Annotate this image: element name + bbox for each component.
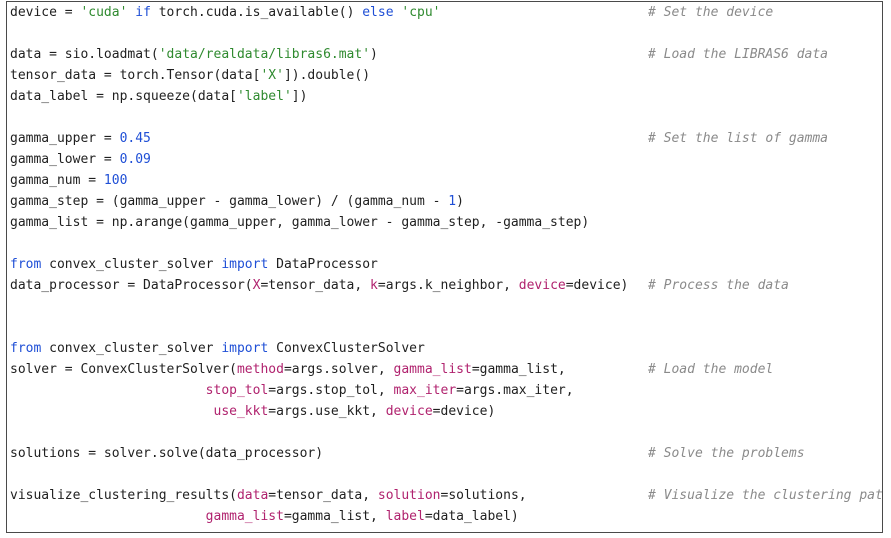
code-line-6-blank xyxy=(10,107,882,128)
code-text: =tensor_data, xyxy=(268,488,378,503)
code-text: =args.stop_tol, xyxy=(268,383,394,398)
code-line-11: gamma_list = np.arange(gamma_upper, gamm… xyxy=(10,212,882,233)
code-text: convex_cluster_solver xyxy=(41,341,222,356)
code-line-12-blank xyxy=(10,233,882,254)
number-literal: 1 xyxy=(448,194,457,209)
string-literal: 'cpu' xyxy=(401,5,441,20)
keyword-argument: data xyxy=(236,488,269,503)
code-line-5: data_label = np.squeeze(data['label']) xyxy=(10,86,882,107)
keyword: from xyxy=(10,341,42,356)
code-line-2-blank xyxy=(10,23,882,44)
code-line-10: gamma_step = (gamma_upper - gamma_lower)… xyxy=(10,191,882,212)
keyword-argument: k xyxy=(370,278,378,293)
code-text: =gamma_list, xyxy=(283,509,386,524)
code-line-13: from convex_cluster_solver import DataPr… xyxy=(10,254,882,275)
keyword-argument: max_iter xyxy=(393,383,457,398)
keyword-argument: label xyxy=(385,509,425,524)
code-text: gamma_list = np.arange(gamma_upper, gamm… xyxy=(10,215,590,230)
code-line-19: stop_tol=args.stop_tol, max_iter=args.ma… xyxy=(10,380,882,401)
string-literal: 'cuda' xyxy=(80,5,128,20)
code-line-8: gamma_lower = 0.09 xyxy=(10,149,882,170)
code-text: gamma_lower = xyxy=(10,152,120,167)
keyword-argument: method xyxy=(236,362,284,377)
code-text: ConvexClusterSolver xyxy=(268,341,425,356)
keyword: import xyxy=(221,257,269,272)
code-text: data_processor = DataProcessor( xyxy=(10,278,253,293)
code-line-14: data_processor = DataProcessor(X=tensor_… xyxy=(10,275,882,296)
code-text: ) xyxy=(456,194,464,209)
code-line-18: solver = ConvexClusterSolver(method=args… xyxy=(10,359,882,380)
keyword-argument: device xyxy=(518,278,566,293)
number-literal: 0.09 xyxy=(119,152,151,167)
number-literal: 100 xyxy=(103,173,128,188)
code-text: ) xyxy=(370,47,378,62)
code-comment: # Load the LIBRAS6 data xyxy=(648,47,829,62)
code-text: =args.use_kkt, xyxy=(268,404,386,419)
code-line-23-blank xyxy=(10,464,882,485)
code-line-16-blank xyxy=(10,317,882,338)
code-line-4: tensor_data = torch.Tensor(data['X']).do… xyxy=(10,65,882,86)
string-literal: 'data/realdata/libras6.mat' xyxy=(158,47,371,62)
code-line-1: device = 'cuda' if torch.cuda.is_availab… xyxy=(10,2,882,23)
code-line-3: data = sio.loadmat('data/realdata/libras… xyxy=(10,44,882,65)
code-comment: # Process the data xyxy=(648,278,789,293)
code-line-15-blank xyxy=(10,296,882,317)
code-text: tensor_data = torch.Tensor(data[ xyxy=(10,68,261,83)
code-text: =gamma_list, xyxy=(471,362,566,377)
code-text: gamma_step = (gamma_upper - gamma_lower)… xyxy=(10,194,449,209)
code-comment: # Set the list of gamma xyxy=(648,131,829,146)
code-comment: # Visualize the clustering path xyxy=(648,488,883,503)
code-comment: # Set the device xyxy=(648,5,774,20)
code-comment: # Load the model xyxy=(648,362,774,377)
code-line-21-blank xyxy=(10,422,882,443)
code-line-25: gamma_list=gamma_list, label=data_label) xyxy=(10,506,882,527)
code-text: =device) xyxy=(432,404,496,419)
code-text: visualize_clustering_results( xyxy=(10,488,237,503)
code-text: data = sio.loadmat( xyxy=(10,47,159,62)
string-literal: 'X' xyxy=(260,68,284,83)
code-text: =tensor_data, xyxy=(260,278,371,293)
code-text: gamma_upper = xyxy=(10,131,120,146)
string-literal: 'label' xyxy=(236,89,292,104)
code-line-24: visualize_clustering_results(data=tensor… xyxy=(10,485,882,506)
keyword-argument: gamma_list xyxy=(393,362,472,377)
code-line-9: gamma_num = 100 xyxy=(10,170,882,191)
keyword-argument: use_kkt xyxy=(213,404,269,419)
code-text: =args.max_iter, xyxy=(456,383,574,398)
number-literal: 0.45 xyxy=(119,131,151,146)
code-text: =solutions, xyxy=(440,488,527,503)
code-block: device = 'cuda' if torch.cuda.is_availab… xyxy=(6,1,883,533)
keyword: else xyxy=(362,5,394,20)
keyword-argument: device xyxy=(385,404,433,419)
code-text: DataProcessor xyxy=(268,257,378,272)
keyword: if xyxy=(135,5,151,20)
code-text: torch.cuda.is_available() xyxy=(150,5,363,20)
code-text: =data_label) xyxy=(424,509,519,524)
keyword-argument: gamma_list xyxy=(205,509,284,524)
code-line-7: gamma_upper = 0.45 # Set the list of gamm… xyxy=(10,128,882,149)
code-text: =args.solver, xyxy=(283,362,394,377)
code-text: convex_cluster_solver xyxy=(41,257,222,272)
keyword: import xyxy=(221,341,269,356)
code-text: ]) xyxy=(291,89,308,104)
code-text: gamma_num = xyxy=(10,173,104,188)
code-line-22: solutions = solver.solve(data_processor)… xyxy=(10,443,882,464)
code-line-20: use_kkt=args.use_kkt, device=device) xyxy=(10,401,882,422)
code-text: =device) xyxy=(565,278,629,293)
keyword: from xyxy=(10,257,42,272)
code-text: =args.k_neighbor, xyxy=(377,278,519,293)
code-text: device = xyxy=(10,5,81,20)
code-text: solver = ConvexClusterSolver( xyxy=(10,362,237,377)
code-content: device = 'cuda' if torch.cuda.is_availab… xyxy=(10,2,882,527)
keyword-argument: solution xyxy=(377,488,441,503)
code-text: ]).double() xyxy=(283,68,371,83)
code-text: data_label = np.squeeze(data[ xyxy=(10,89,237,104)
code-comment: # Solve the problems xyxy=(648,446,805,461)
code-line-17: from convex_cluster_solver import Convex… xyxy=(10,338,882,359)
keyword-argument: stop_tol xyxy=(205,383,269,398)
code-text: solutions = solver.solve(data_processor) xyxy=(10,446,324,461)
